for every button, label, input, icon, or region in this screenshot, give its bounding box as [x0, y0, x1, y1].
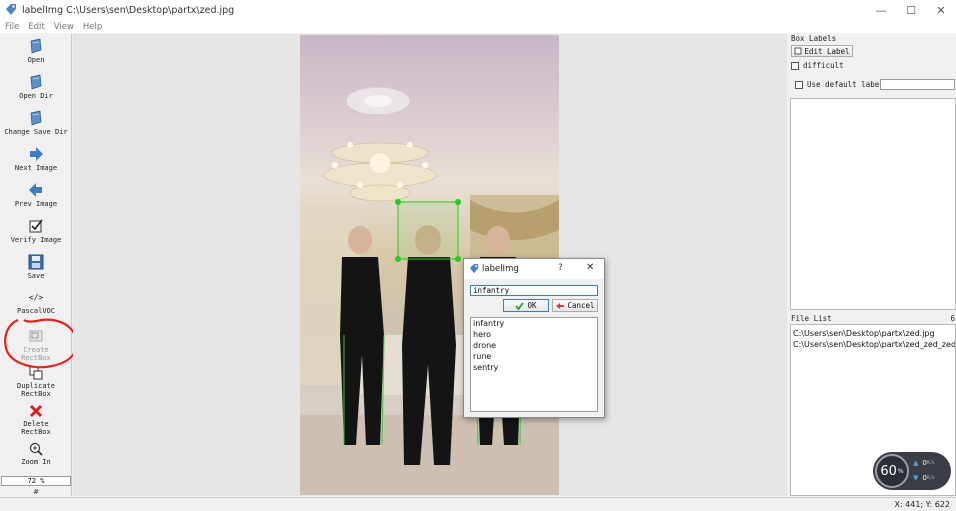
use-default-label-check-box[interactable] — [795, 81, 803, 89]
red-x-icon — [29, 404, 43, 418]
save-button[interactable]: Save — [0, 254, 72, 280]
right-dock: Box Labels Edit Label difficult Use defa… — [789, 34, 956, 496]
use-default-label-checkbox[interactable]: Use default label — [795, 80, 884, 90]
zoom-in-button[interactable]: Zoom In — [0, 442, 72, 466]
annotation-circle — [4, 318, 79, 369]
ok-button[interactable]: OK — [503, 299, 549, 312]
difficult-check-box[interactable] — [791, 62, 799, 70]
cancel-undo-icon — [556, 302, 565, 309]
checkmark-icon — [515, 301, 525, 310]
download-speed: ▼ 0 K/s — [913, 474, 935, 482]
change-save-dir-button[interactable]: Change Save Dir — [0, 110, 72, 136]
label-dialog: labelImg ? ✕ infantry OK Cancel infantry… — [463, 258, 605, 418]
menu-bar: File Edit View Help — [0, 20, 956, 33]
edit-icon — [794, 47, 802, 55]
code-tag-icon: </> — [28, 293, 44, 302]
label-option[interactable]: rune — [471, 351, 597, 362]
image-canvas[interactable] — [73, 34, 787, 496]
maximize-button[interactable]: ☐ — [896, 0, 926, 20]
file-list-item[interactable]: C:\Users\sen\Desktop\partx\zed_zed_zed.j… — [791, 339, 955, 350]
menu-file[interactable]: File — [5, 22, 19, 32]
dialog-body: infantry OK Cancel infantry hero drone r… — [464, 279, 604, 417]
change-save-dir-icon — [30, 110, 42, 126]
file-list-title: File List 6 — [791, 314, 955, 323]
arrow-left-icon — [29, 183, 42, 197]
menu-edit[interactable]: Edit — [28, 22, 44, 32]
left-toolbar: Open Open Dir Change Save Dir Next Image… — [0, 34, 79, 496]
prev-image-button[interactable]: Prev Image — [0, 182, 72, 208]
file-list-item[interactable]: C:\Users\sen\Desktop\partx\zed.jpg — [791, 328, 955, 339]
format-pascalvoc-button[interactable]: </> PascalVOC — [0, 292, 72, 316]
status-bar: X: 441; Y: 622 — [0, 497, 956, 511]
zoom-level-field[interactable]: 72 % — [1, 476, 71, 486]
upload-speed: ▲ 0 K/s — [913, 459, 935, 467]
floppy-disk-icon — [28, 254, 44, 270]
dialog-close-button[interactable]: ✕ — [586, 262, 594, 273]
label-option[interactable]: sentry — [471, 362, 597, 373]
labelimg-app-icon — [469, 264, 479, 274]
arrow-right-icon — [30, 147, 43, 161]
cpu-usage-gauge: 60% — [875, 454, 909, 488]
window-title: labelImg C:\Users\sen\Desktop\partx\zed.… — [22, 4, 235, 16]
label-suggestion-list[interactable]: infantry hero drone rune sentry — [470, 317, 598, 412]
labelimg-app-icon — [6, 4, 16, 15]
delete-rectbox-button[interactable]: Delete RectBox — [0, 404, 72, 436]
open-dir-button[interactable]: Open Dir — [0, 74, 72, 100]
upload-arrow-icon: ▲ — [913, 459, 919, 467]
cursor-coordinates: X: 441; Y: 622 — [894, 500, 950, 509]
label-option[interactable]: drone — [471, 340, 597, 351]
edit-label-button[interactable]: Edit Label — [791, 45, 853, 57]
next-image-button[interactable]: Next Image — [0, 146, 72, 172]
download-arrow-icon: ▼ — [913, 474, 919, 482]
open-button[interactable]: Open — [0, 38, 72, 64]
label-list[interactable] — [790, 98, 956, 310]
close-button[interactable]: ✕ — [926, 0, 956, 20]
magnifier-plus-icon — [29, 442, 43, 456]
menu-help[interactable]: Help — [83, 22, 102, 32]
open-dir-icon — [30, 74, 42, 90]
box-labels-title: Box Labels — [791, 34, 837, 43]
label-option[interactable]: hero — [471, 329, 597, 340]
dialog-title-bar: labelImg ? ✕ — [464, 259, 604, 279]
verify-image-button[interactable]: Verify Image — [0, 218, 72, 244]
dialog-title: labelImg — [482, 264, 519, 274]
label-input[interactable]: infantry — [470, 285, 598, 296]
checkbox-check-icon — [29, 219, 43, 233]
cancel-button[interactable]: Cancel — [552, 299, 598, 312]
menu-view[interactable]: View — [54, 22, 74, 32]
default-label-input[interactable] — [880, 79, 955, 90]
dialog-help-button[interactable]: ? — [558, 263, 563, 273]
difficult-checkbox[interactable]: difficult — [791, 61, 844, 71]
title-bar: labelImg C:\Users\sen\Desktop\partx\zed.… — [0, 0, 956, 20]
minimize-button[interactable]: — — [866, 0, 896, 20]
network-speed-widget[interactable]: 60% ▲ 0 K/s ▼ 0 K/s — [873, 452, 951, 490]
open-file-icon — [30, 38, 42, 54]
label-option[interactable]: infantry — [471, 318, 597, 329]
toolbar-overflow[interactable]: # — [0, 488, 72, 496]
